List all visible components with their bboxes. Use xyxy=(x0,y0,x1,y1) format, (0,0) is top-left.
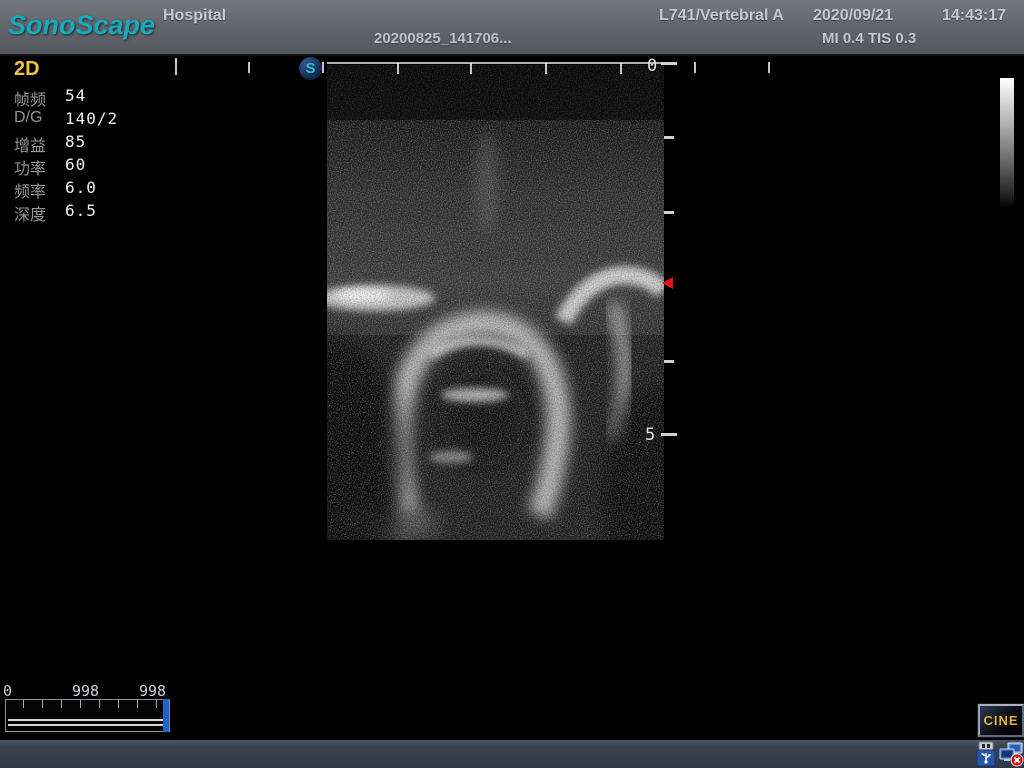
ultrasound-speckle-render xyxy=(327,65,664,540)
param-row-frequency: 频率 6.0 xyxy=(14,178,46,200)
param-row-depth: 深度 6.5 xyxy=(14,201,46,223)
network-disconnected-icon[interactable] xyxy=(998,741,1022,767)
cine-button[interactable]: CINE xyxy=(978,704,1024,737)
grayscale-bar xyxy=(1000,78,1014,208)
header-bar: SonoScape Hospital 20200825_141706... L7… xyxy=(0,0,1024,56)
ruler-tick xyxy=(620,63,622,74)
cine-tick xyxy=(23,700,24,708)
param-label: 帧频 xyxy=(14,92,46,109)
param-label: D/G xyxy=(14,109,42,126)
probe-preset: L741/Vertebral A xyxy=(659,7,784,25)
cine-tick xyxy=(61,700,62,708)
horizontal-ruler-line xyxy=(327,62,664,64)
param-value: 54 xyxy=(65,86,86,105)
cine-track-line xyxy=(8,719,166,721)
cine-total-frames: 998 xyxy=(139,682,166,700)
probe-orientation-icon: S xyxy=(299,57,322,80)
depth-tick xyxy=(664,211,674,214)
param-value: 60 xyxy=(65,155,86,174)
param-row-power: 功率 60 xyxy=(14,155,46,177)
cine-track-line xyxy=(8,724,166,726)
usb-device-icon[interactable] xyxy=(974,741,998,767)
depth-label-top: 0 xyxy=(647,56,657,76)
depth-tick xyxy=(664,136,674,139)
cine-tick xyxy=(118,700,119,708)
ruler-tick xyxy=(470,63,472,74)
ruler-tick xyxy=(768,62,770,73)
ruler-tick xyxy=(694,62,696,73)
mi-tis-readout: MI 0.4 TIS 0.3 xyxy=(822,30,916,47)
param-row-frame-rate: 帧频 54 xyxy=(14,86,46,108)
exam-date: 2020/09/21 xyxy=(813,7,893,25)
mode-label: 2D xyxy=(14,58,40,81)
ruler-tick xyxy=(545,63,547,74)
focus-marker-icon xyxy=(662,277,673,289)
hospital-name: Hospital xyxy=(163,7,226,25)
cine-scrollbar[interactable] xyxy=(5,699,170,732)
param-value: 85 xyxy=(65,132,86,151)
param-row-gain: 增益 85 xyxy=(14,132,46,154)
param-label: 增益 xyxy=(14,138,46,155)
depth-tick xyxy=(661,433,677,436)
depth-tick xyxy=(661,62,677,65)
cine-current-frame: 998 xyxy=(72,682,99,700)
cine-tick xyxy=(137,700,138,708)
taskbar xyxy=(0,740,1024,768)
param-label: 深度 xyxy=(14,207,46,224)
cine-position-handle[interactable] xyxy=(163,699,169,732)
depth-tick xyxy=(664,360,674,363)
ultrasound-screen: SonoScape Hospital 20200825_141706... L7… xyxy=(0,0,1024,768)
ruler-tick xyxy=(175,58,177,75)
brand-logo: SonoScape xyxy=(8,10,155,41)
cine-tick xyxy=(156,700,157,708)
param-value: 140/2 xyxy=(65,109,118,128)
param-row-dynamic-range: D/G 140/2 xyxy=(14,109,42,131)
exam-id: 20200825_141706... xyxy=(374,30,512,47)
param-value: 6.5 xyxy=(65,201,97,220)
ruler-tick xyxy=(397,63,399,74)
param-value: 6.0 xyxy=(65,178,97,197)
cine-tick xyxy=(42,700,43,708)
param-label: 频率 xyxy=(14,184,46,201)
param-label: 功率 xyxy=(14,161,46,178)
depth-label-bottom: 5 xyxy=(645,425,655,445)
cine-tick xyxy=(80,700,81,708)
ruler-tick xyxy=(248,62,250,73)
cine-tick xyxy=(99,700,100,708)
clock: 14:43:17 xyxy=(942,7,1006,25)
ultrasound-image xyxy=(327,65,664,540)
ruler-tick xyxy=(322,62,324,73)
cine-start-frame: 0 xyxy=(3,682,12,700)
